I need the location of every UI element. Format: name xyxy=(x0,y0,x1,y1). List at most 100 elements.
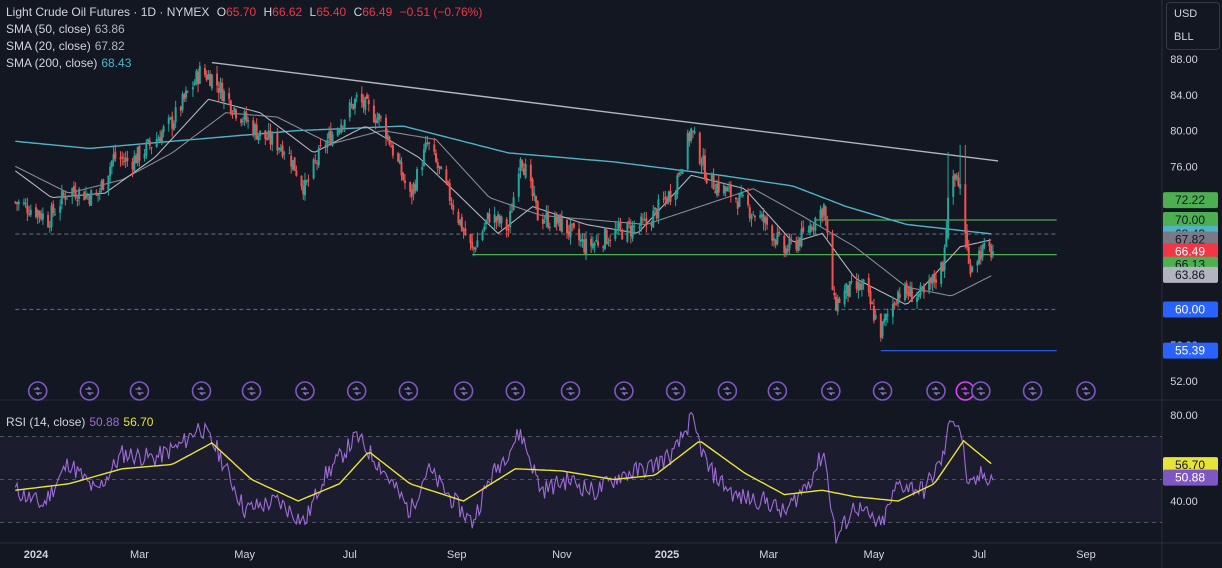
candle-body xyxy=(593,242,596,247)
time-tick-label: Mar xyxy=(759,549,778,561)
candle-body xyxy=(786,248,789,252)
candle-body xyxy=(460,217,463,231)
candle-body xyxy=(850,281,853,283)
candle-body xyxy=(941,262,944,272)
candle-body xyxy=(121,156,124,159)
candle-body xyxy=(795,240,798,250)
candle-body xyxy=(426,142,429,145)
candle-body xyxy=(471,241,474,248)
candle-body xyxy=(271,134,274,145)
candle-body xyxy=(445,169,448,183)
candle-body xyxy=(917,293,920,298)
candle-body xyxy=(664,196,667,199)
candle-body xyxy=(71,188,74,197)
candle-body xyxy=(66,195,69,198)
candle-body xyxy=(424,142,427,150)
candle-body xyxy=(495,216,498,222)
candle-body xyxy=(216,73,219,86)
candle-body xyxy=(855,280,858,289)
candle-body xyxy=(410,189,413,197)
candle-body xyxy=(652,210,655,228)
candle-body xyxy=(955,175,958,179)
candle-body xyxy=(174,107,177,123)
candle-body xyxy=(483,226,486,231)
candle-body xyxy=(172,122,175,130)
event-marker-icon xyxy=(129,381,150,401)
candle-body xyxy=(278,147,281,150)
candle-body xyxy=(953,174,956,180)
event-marker-icon xyxy=(614,381,634,401)
candle-body xyxy=(978,250,981,264)
event-marker-icon xyxy=(453,381,474,401)
candle-body xyxy=(397,153,400,162)
candle-body xyxy=(693,131,696,134)
candle-body xyxy=(400,161,403,176)
candle-body xyxy=(100,181,103,190)
candle-body xyxy=(17,201,20,205)
candle-body xyxy=(428,142,431,144)
candle-body xyxy=(28,213,31,216)
time-tick-label: Mar xyxy=(130,549,149,561)
candle-body xyxy=(221,83,224,101)
candle-body xyxy=(988,241,991,247)
price-tick-label: 80.00 xyxy=(1170,126,1198,138)
candle-body xyxy=(74,189,77,199)
rsi-axis-tag: 50.88 xyxy=(1175,471,1205,485)
candle-body xyxy=(531,179,534,197)
candle-body xyxy=(76,200,79,202)
candle-body xyxy=(329,130,332,146)
candle-body xyxy=(824,206,827,221)
candle-body xyxy=(857,281,860,291)
candle-body xyxy=(605,229,608,245)
candle-body xyxy=(929,277,932,283)
candle-body xyxy=(895,304,898,306)
candle-body xyxy=(547,211,550,228)
candle-body xyxy=(22,202,25,204)
candle-body xyxy=(326,139,329,148)
candle-body xyxy=(867,277,870,293)
candle-body xyxy=(533,193,536,197)
candle-body xyxy=(29,209,32,215)
candle-body xyxy=(740,192,743,195)
candle-body xyxy=(931,274,934,284)
candle-body xyxy=(979,251,982,260)
candle-body xyxy=(676,175,679,195)
price-chart[interactable]: 88.0084.0080.0076.0072.0056.0052.0080.00… xyxy=(0,0,1222,568)
candle-body xyxy=(524,164,527,178)
candle-body xyxy=(422,149,425,166)
candle-body xyxy=(831,232,834,291)
candle-body xyxy=(517,173,520,197)
candle-body xyxy=(264,130,267,139)
candle-body xyxy=(388,136,391,145)
candle-body xyxy=(205,74,208,81)
time-tick-label: Jul xyxy=(343,549,357,561)
candle-body xyxy=(807,230,810,232)
candle-body xyxy=(785,248,787,255)
candle-body xyxy=(72,186,75,192)
candle-body xyxy=(910,288,913,302)
candle-body xyxy=(722,185,725,194)
candle-body xyxy=(759,215,762,218)
candle-body xyxy=(512,197,515,211)
candle-body xyxy=(567,231,570,236)
candle-body xyxy=(340,124,343,133)
candle-body xyxy=(738,193,741,208)
candle-body xyxy=(300,175,303,187)
candle-body xyxy=(319,145,322,147)
candle-body xyxy=(614,228,617,240)
candle-body xyxy=(802,227,805,232)
candle-body xyxy=(131,161,134,170)
candle-body xyxy=(209,73,212,87)
candle-body xyxy=(969,264,972,275)
candle-body xyxy=(85,193,87,199)
candle-body xyxy=(529,164,532,182)
candle-body xyxy=(822,204,825,216)
candle-body xyxy=(378,114,381,120)
candle-body xyxy=(771,225,774,241)
candle-body xyxy=(266,137,269,141)
candle-body xyxy=(510,211,513,213)
candle-body xyxy=(555,216,558,225)
event-marker-icon xyxy=(665,381,686,401)
candle-body xyxy=(643,219,646,221)
candle-body xyxy=(59,206,62,213)
